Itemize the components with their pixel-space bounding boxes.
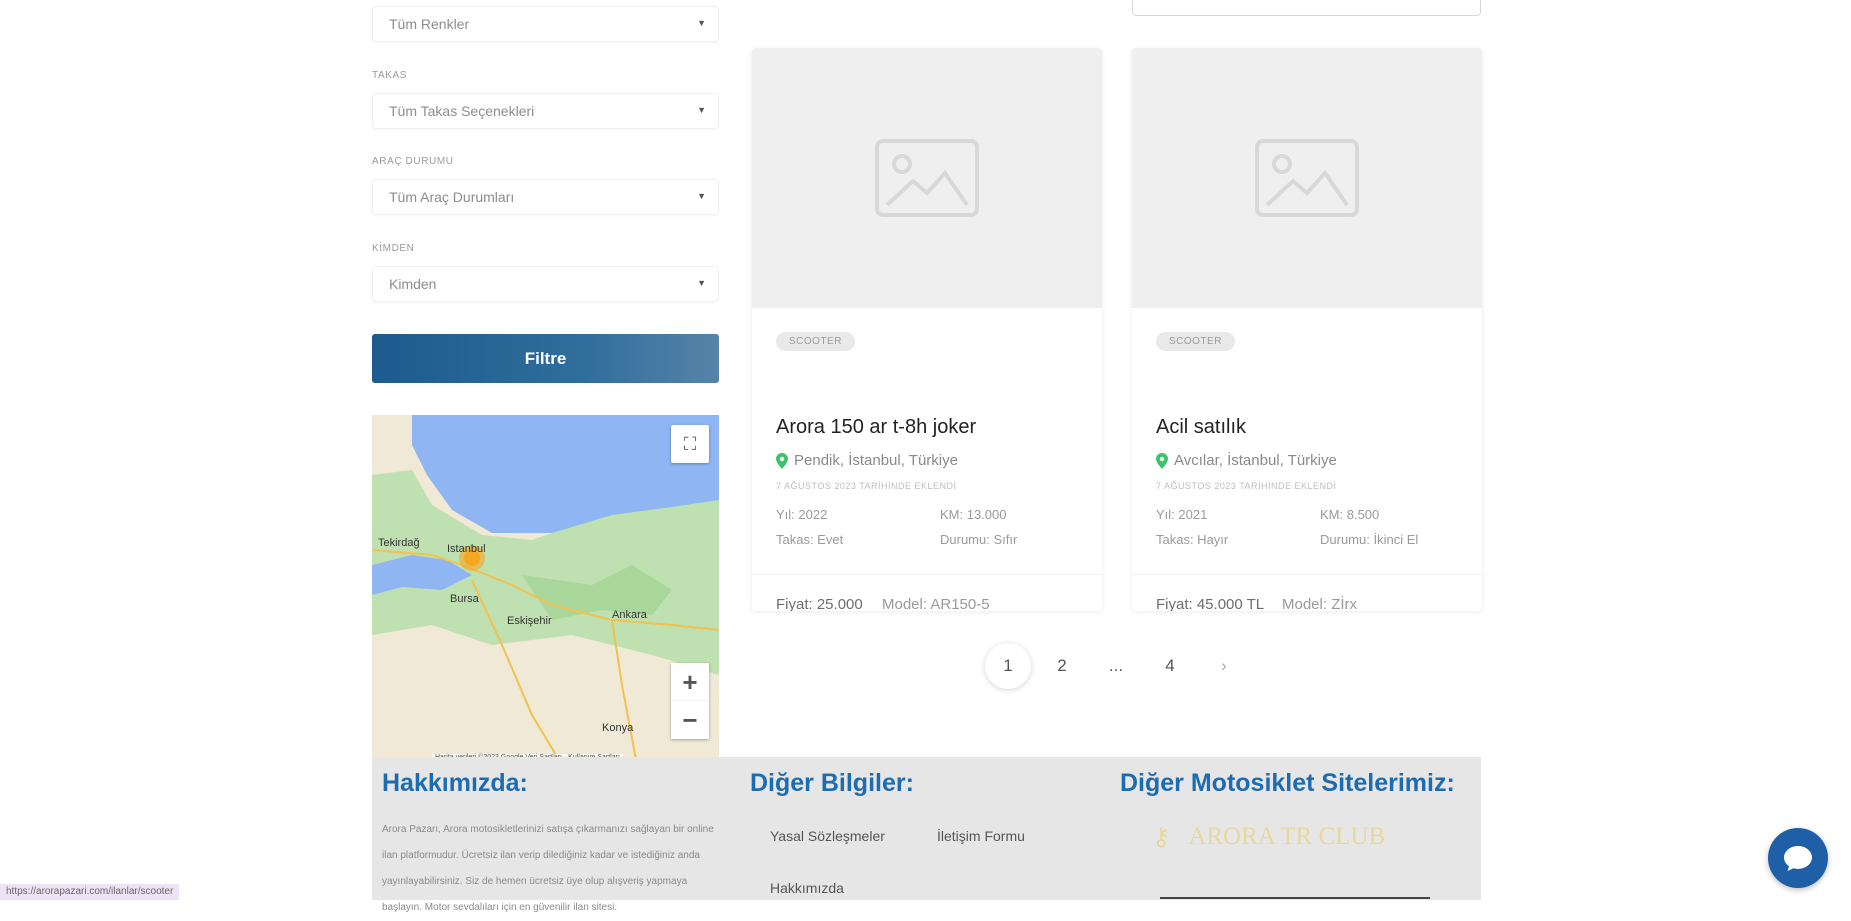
listing-model: Model: AR150-5 KARGO bbox=[882, 596, 990, 611]
listing-swap: Takas: Evet bbox=[776, 532, 844, 547]
listing-date: 7 AĞUSTOS 2023 TARİHİNDE EKLENDİ bbox=[776, 481, 957, 491]
comment-icon[interactable]: ● bbox=[1030, 608, 1038, 611]
image-placeholder bbox=[752, 48, 1102, 308]
listing-condition: Durumu: Sıfır bbox=[940, 532, 1018, 547]
map[interactable]: ⛶ + − Istanbul Bursa Eskişehir Ankara Ko… bbox=[372, 415, 719, 765]
listing-condition: Durumu: İkinci El bbox=[1320, 532, 1419, 547]
category-badge[interactable]: SCOOTER bbox=[1156, 332, 1235, 351]
footer: Hakkımızda: Arora Pazarı, Arora motosikl… bbox=[372, 757, 1481, 913]
page-1-button[interactable]: 1 bbox=[985, 643, 1031, 689]
condition-select[interactable]: Tüm Araç Durumları ▼ bbox=[372, 179, 719, 215]
legal-link[interactable]: Yasal Sözleşmeler bbox=[770, 828, 885, 844]
listing-swap: Takas: Hayır bbox=[1156, 532, 1229, 547]
swap-select[interactable]: Tüm Takas Seçenekleri ▼ bbox=[372, 93, 719, 129]
pagination: 1 2 ... 4 › bbox=[985, 643, 1255, 689]
page-2-button[interactable]: 2 bbox=[1039, 643, 1085, 689]
image-placeholder bbox=[1132, 48, 1482, 308]
search-box-edge[interactable] bbox=[1132, 0, 1481, 16]
map-city-label: Konya bbox=[602, 722, 634, 734]
listing-location: Pendik, İstanbul, Türkiye bbox=[776, 452, 958, 469]
fullscreen-icon: ⛶ bbox=[683, 433, 697, 454]
other-info-heading: Diğer Bilgiler: bbox=[750, 769, 914, 797]
swap-select-value: Tüm Takas Seçenekleri bbox=[389, 103, 535, 119]
colors-select[interactable]: Tüm Renkler ▼ bbox=[372, 6, 719, 42]
listing-card[interactable]: SCOOTER Acil satılık Avcılar, İstanbul, … bbox=[1132, 48, 1482, 611]
listing-title[interactable]: Acil satılık bbox=[1156, 416, 1246, 439]
listing-card[interactable]: SCOOTER Arora 150 ar t-8h joker Pendik, … bbox=[752, 48, 1102, 611]
divider bbox=[1132, 574, 1482, 575]
about-heading: Hakkımızda: bbox=[382, 769, 528, 797]
other-sites-heading: Diğer Motosiklet Sitelerimiz: bbox=[1120, 769, 1455, 797]
page-ellipsis: ... bbox=[1108, 656, 1124, 675]
chat-button[interactable] bbox=[1768, 828, 1828, 888]
listing-model: Model: Zİrx 200 bbox=[1282, 596, 1358, 611]
chevron-down-icon: ▼ bbox=[697, 191, 706, 201]
zoom-out-button[interactable]: − bbox=[671, 701, 709, 739]
location-text: Avcılar, İstanbul, Türkiye bbox=[1174, 452, 1337, 469]
heart-icon[interactable]: ♥ bbox=[1441, 608, 1449, 611]
location-pin-icon bbox=[776, 452, 788, 469]
listing-price: Fiyat: 45.000 TL bbox=[1156, 596, 1265, 611]
image-icon bbox=[875, 139, 979, 217]
map-city-label: Bursa bbox=[450, 593, 479, 605]
about-text: Arora Pazarı, Arora motosikletlerinizi s… bbox=[382, 824, 714, 913]
from-select-value: Kimden bbox=[389, 276, 437, 292]
next-page-button[interactable]: › bbox=[1201, 643, 1247, 689]
listing-year: Yıl: 2022 bbox=[776, 507, 828, 522]
listing-year: Yıl: 2021 bbox=[1156, 507, 1208, 522]
map-city-label: Ankara bbox=[612, 609, 647, 621]
condition-label: ARAÇ DURUMU bbox=[372, 156, 454, 167]
from-select[interactable]: Kimden ▼ bbox=[372, 266, 719, 302]
condition-select-value: Tüm Araç Durumları bbox=[389, 189, 515, 205]
from-label: KİMDEN bbox=[372, 243, 415, 254]
location-pin-icon bbox=[1156, 452, 1168, 469]
map-city-label: Tekirdağ bbox=[378, 537, 420, 549]
contact-form-link[interactable]: İletişim Formu bbox=[937, 828, 1025, 844]
chat-icon bbox=[1784, 846, 1812, 871]
filter-button[interactable]: Filtre bbox=[372, 334, 719, 383]
listing-km: KM: 8.500 bbox=[1320, 507, 1380, 522]
swap-label: TAKAS bbox=[372, 70, 408, 81]
map-canvas bbox=[372, 415, 719, 765]
heart-icon[interactable]: ♥ bbox=[1061, 608, 1069, 611]
plus-icon: + bbox=[682, 666, 698, 697]
chevron-down-icon: ▼ bbox=[697, 105, 706, 115]
club-name: ARORA TR CLUB bbox=[1188, 823, 1386, 850]
chevron-down-icon: ▼ bbox=[697, 18, 706, 28]
listing-date: 7 AĞUSTOS 2023 TARİHİNDE EKLENDİ bbox=[1156, 481, 1337, 491]
club-logo-link[interactable]: ⚷ ARORA TR CLUB bbox=[1152, 822, 1385, 852]
minus-icon: − bbox=[682, 704, 698, 735]
location-text: Pendik, İstanbul, Türkiye bbox=[794, 452, 958, 469]
category-badge[interactable]: SCOOTER bbox=[776, 332, 855, 351]
listing-km: KM: 13.000 bbox=[940, 507, 1007, 522]
listing-price: Fiyat: 25.000 TL bbox=[776, 596, 863, 611]
comment-icon[interactable]: ● bbox=[1410, 608, 1418, 611]
chevron-down-icon: ▼ bbox=[697, 278, 706, 288]
about-link[interactable]: Hakkımızda bbox=[770, 880, 844, 896]
key-icon: ⚷ bbox=[1152, 824, 1171, 851]
listing-location: Avcılar, İstanbul, Türkiye bbox=[1156, 452, 1337, 469]
status-url: https://arorapazari.com/ilanlar/scooter bbox=[0, 884, 180, 900]
colors-select-value: Tüm Renkler bbox=[389, 16, 470, 32]
divider bbox=[752, 574, 1102, 575]
listing-title[interactable]: Arora 150 ar t-8h joker bbox=[776, 416, 976, 439]
divider bbox=[1160, 897, 1430, 899]
map-city-label: Eskişehir bbox=[507, 615, 552, 627]
fullscreen-button[interactable]: ⛶ bbox=[671, 425, 709, 463]
image-icon bbox=[1255, 139, 1359, 217]
page-4-button[interactable]: 4 bbox=[1147, 643, 1193, 689]
zoom-in-button[interactable]: + bbox=[671, 663, 709, 701]
map-city-label: Istanbul bbox=[447, 543, 486, 555]
